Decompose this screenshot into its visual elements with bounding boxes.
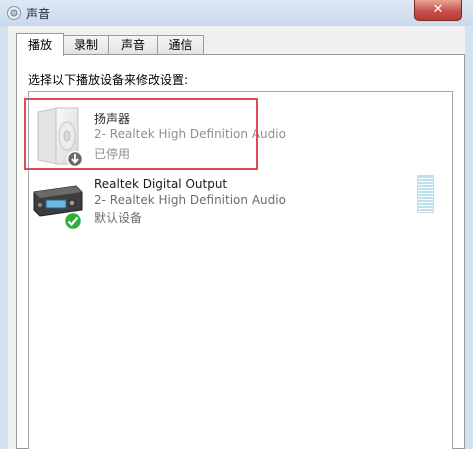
volume-level-meter <box>417 175 434 213</box>
tab-sounds[interactable]: 声音 <box>108 35 158 54</box>
window-frame-left <box>0 26 8 449</box>
sound-app-icon <box>6 5 22 21</box>
window-frame-right <box>465 26 473 449</box>
highlight-box <box>24 98 258 170</box>
device-driver-digital-output: 2- Realtek High Definition Audio <box>94 193 286 207</box>
close-button[interactable]: ✕ <box>414 0 462 21</box>
window-title: 声音 <box>26 7 51 21</box>
device-status-digital-output: 默认设备 <box>94 211 143 225</box>
instruction-label: 选择以下播放设备来修改设置: <box>28 73 189 87</box>
title-bar[interactable]: 声音 <box>0 0 473 27</box>
tab-communications[interactable]: 通信 <box>157 35 204 54</box>
tab-playback[interactable]: 播放 <box>16 33 64 56</box>
tab-recording[interactable]: 录制 <box>63 35 109 54</box>
device-name-digital-output: Realtek Digital Output <box>94 177 228 191</box>
default-check-icon <box>63 211 83 231</box>
